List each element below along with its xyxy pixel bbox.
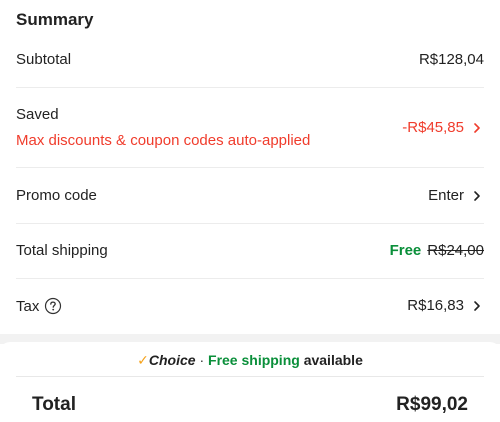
promo-code-action[interactable]: Enter <box>428 187 484 204</box>
total-value: R$99,02 <box>396 394 468 415</box>
promo-code-label: Promo code <box>16 187 97 204</box>
shipping-row: Total shipping Free R$24,00 <box>16 224 484 279</box>
choice-brand: Choice <box>148 352 196 368</box>
choice-free-shipping: Free shipping <box>208 352 300 368</box>
checkmark-icon: ✓ <box>137 352 149 368</box>
subtotal-value: R$128,04 <box>418 51 484 68</box>
footer-divider <box>16 376 484 377</box>
subtotal-label: Subtotal <box>16 51 72 68</box>
promo-code-row[interactable]: Promo code Enter <box>16 168 484 224</box>
total-label: Total <box>32 394 76 415</box>
choice-banner: ✓Choice · Free shipping available <box>0 352 500 369</box>
shipping-free: Free <box>389 242 422 259</box>
saved-note: Max discounts & coupon codes auto-applie… <box>16 132 311 149</box>
promo-code-enter[interactable]: Enter <box>428 187 464 204</box>
saved-row[interactable]: Saved Max discounts & coupon codes auto-… <box>16 88 484 168</box>
summary-title: Summary <box>16 10 94 29</box>
tax-value: R$16,83 <box>407 297 464 314</box>
shipping-label: Total shipping <box>16 242 108 259</box>
subtotal-row: Subtotal R$128,04 <box>16 34 484 88</box>
chevron-right-icon[interactable] <box>470 299 484 313</box>
tax-label-group: Tax <box>16 297 62 315</box>
shipping-original-price: R$24,00 <box>427 242 484 259</box>
question-mark-icon[interactable] <box>44 297 62 315</box>
shipping-value: Free R$24,00 <box>390 242 484 259</box>
saved-value: -R$45,85 <box>402 119 464 136</box>
order-summary: Summary Subtotal R$128,04 Saved Max disc… <box>0 0 500 334</box>
tax-label: Tax <box>16 297 40 315</box>
choice-available: available <box>303 352 363 368</box>
checkout-footer: ✓Choice · Free shipping available Total … <box>0 342 500 422</box>
tax-value-group[interactable]: R$16,83 <box>407 297 484 314</box>
chevron-right-icon[interactable] <box>470 121 484 135</box>
chevron-right-icon[interactable] <box>470 189 484 203</box>
tax-row[interactable]: Tax R$16,83 <box>16 279 484 333</box>
saved-label: Saved <box>16 106 59 123</box>
choice-separator: · <box>195 352 209 368</box>
saved-value-group[interactable]: -R$45,85 <box>402 119 484 136</box>
